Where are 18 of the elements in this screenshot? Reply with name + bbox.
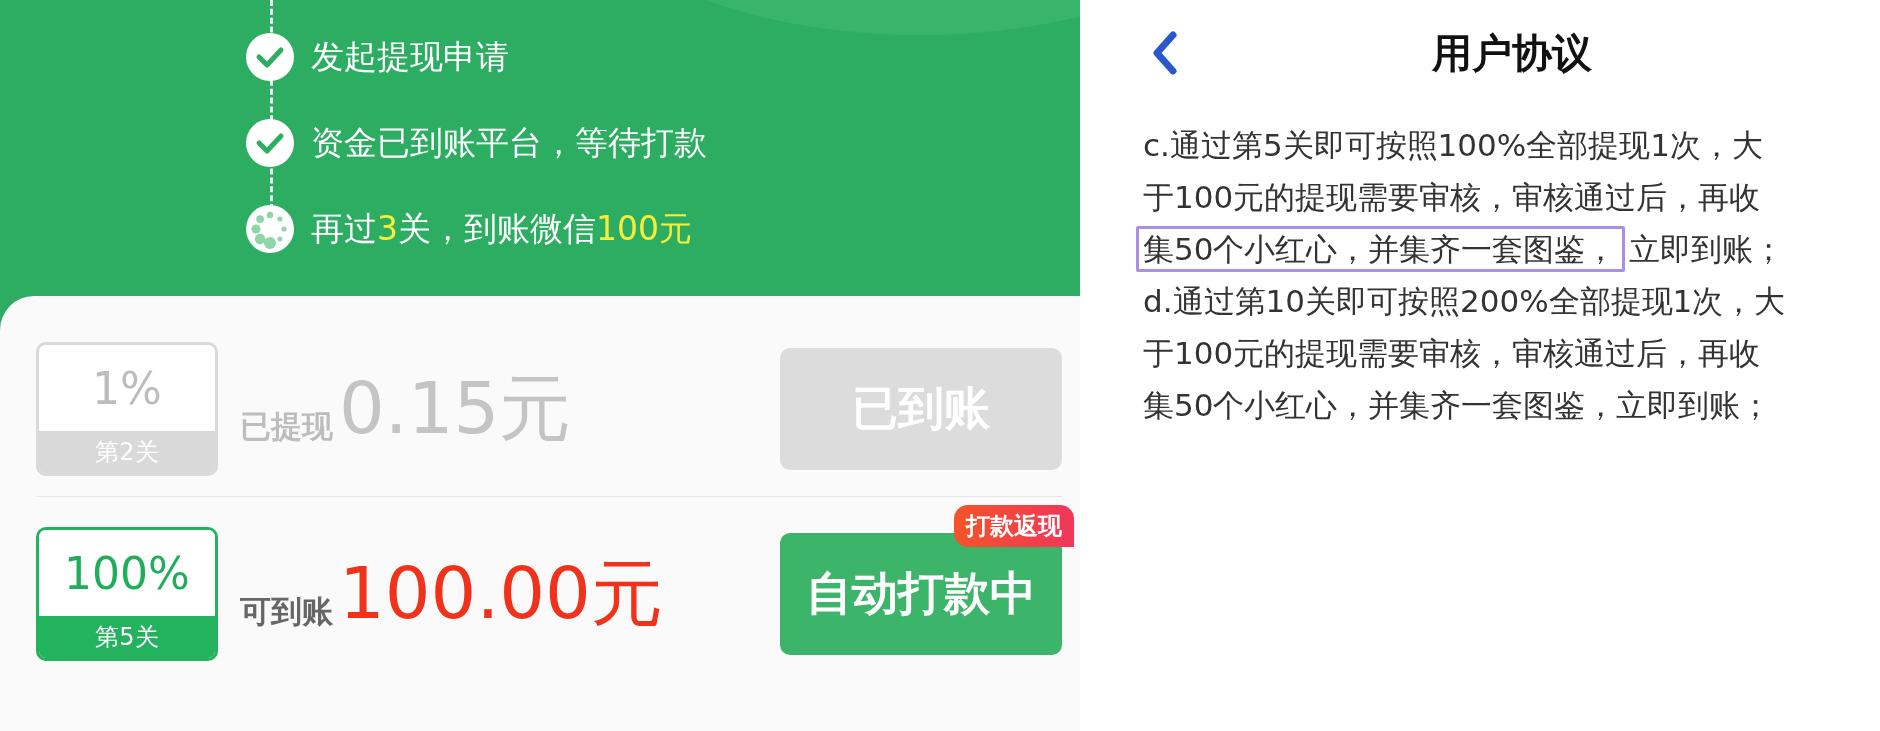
amount-label: 已提现 xyxy=(240,407,333,446)
step-text: 资金已到账平台，等待打款 xyxy=(311,121,707,164)
page-title: 用户协议 xyxy=(1431,29,1592,76)
agreement-text: c.通过第5关即可按照100%全部提现1次，大 xyxy=(1143,127,1763,163)
tag-badge: 打款返现 xyxy=(954,505,1074,547)
percent-text: 1% xyxy=(92,362,162,414)
level-text: 第5关 xyxy=(95,622,159,653)
amount-text: 100.00元 xyxy=(339,550,663,637)
agreement-text: 立即到账； xyxy=(1629,231,1785,267)
step-text: 再过3关，到账微信100元 xyxy=(311,207,692,250)
agreement-text: 于100元的提现需要审核，审核通过后，再收 xyxy=(1143,179,1761,215)
step-text: 发起提现申请 xyxy=(311,35,509,78)
agreement-text: 集50个小红心，并集齐一套图鉴，立即到账； xyxy=(1143,387,1772,423)
agreement-text: 于100元的提现需要审核，审核通过后，再收 xyxy=(1143,335,1761,371)
highlighted-text: 集50个小红心，并集齐一套图鉴， xyxy=(1136,226,1626,272)
agreement-text: d.通过第10关即可按照200%全部提现1次，大 xyxy=(1143,283,1786,319)
amount-label: 可到账 xyxy=(240,592,333,631)
percent-text: 100% xyxy=(64,547,190,599)
